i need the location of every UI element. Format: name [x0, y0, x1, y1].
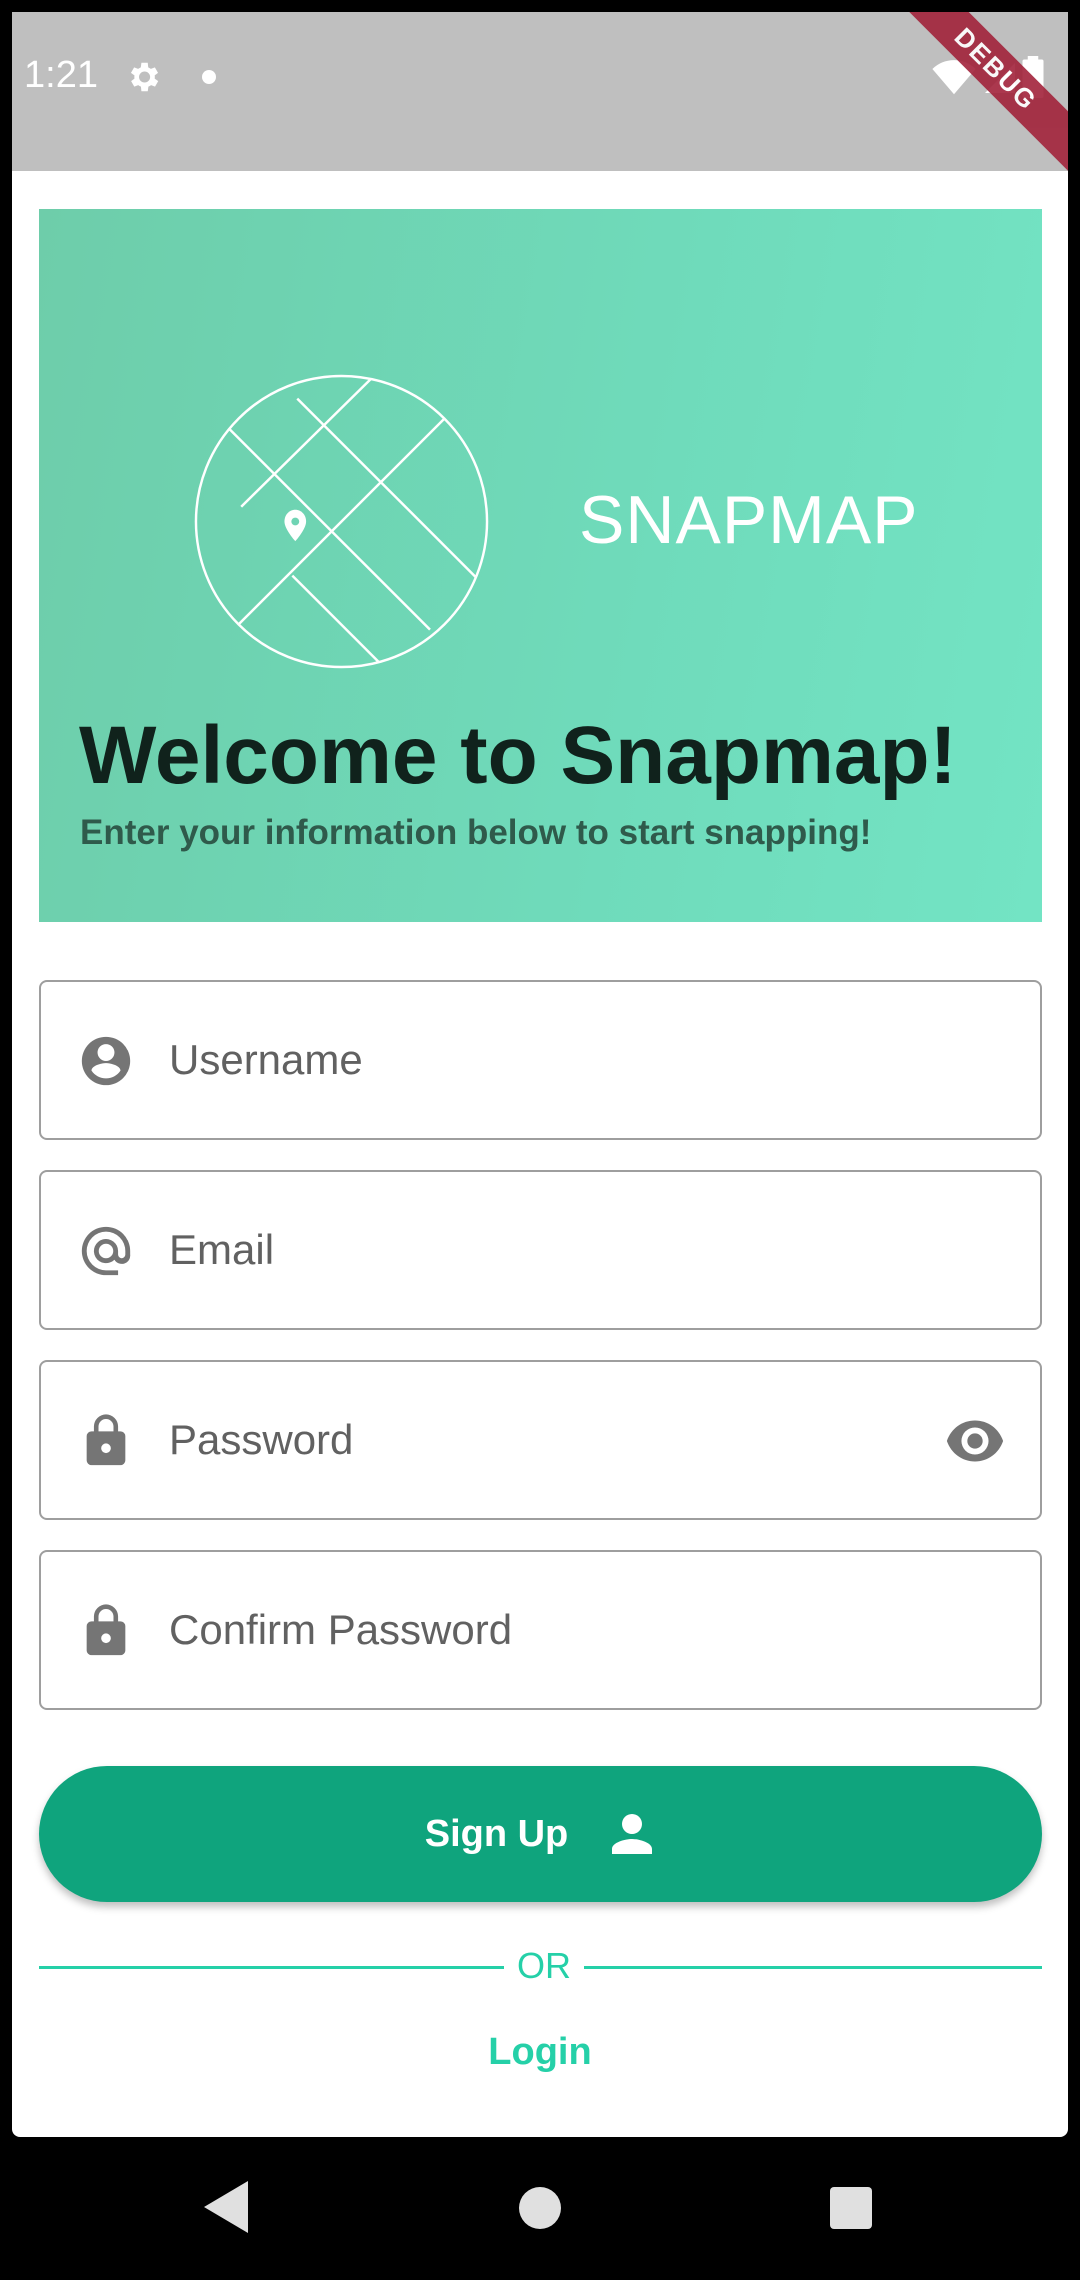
- or-label: OR: [517, 1945, 571, 1986]
- confirm-password-field[interactable]: [39, 1550, 1042, 1710]
- password-input[interactable]: [169, 1392, 869, 1488]
- home-icon[interactable]: [519, 2187, 561, 2229]
- status-bar: 1:21 DEBUG: [0, 0, 1080, 171]
- login-link[interactable]: Login: [12, 2031, 1068, 2074]
- debug-banner: DEBUG: [875, 12, 1068, 171]
- person-icon: [612, 1814, 653, 1854]
- page-title: Welcome to Snapmap!: [79, 710, 957, 801]
- divider-line-right: [584, 1966, 1042, 1969]
- username-field[interactable]: [39, 980, 1042, 1140]
- account-circle-icon: [81, 1036, 131, 1086]
- back-icon[interactable]: [204, 2181, 248, 2233]
- confirm-password-input[interactable]: [169, 1582, 869, 1678]
- status-time: 1:21: [24, 54, 98, 96]
- hero-banner: SNAPMAP Welcome to Snapmap! Enter your i…: [39, 209, 1042, 922]
- notification-dot-icon: [202, 70, 216, 84]
- app-logo-text: SNAPMAP: [579, 482, 919, 558]
- signup-button-label: Sign Up: [424, 1812, 569, 1855]
- recent-apps-icon[interactable]: [830, 2187, 872, 2229]
- signup-screen: SNAPMAP Welcome to Snapmap! Enter your i…: [12, 171, 1068, 2137]
- at-sign-icon: [81, 1226, 131, 1276]
- email-field[interactable]: [39, 1170, 1042, 1330]
- or-divider: OR: [39, 1943, 1042, 1993]
- password-field[interactable]: [39, 1360, 1042, 1520]
- lock-icon: [86, 1604, 126, 1656]
- username-input[interactable]: [169, 1012, 869, 1108]
- settings-gear-icon: [130, 62, 159, 92]
- divider-line-left: [39, 1966, 504, 1969]
- lock-icon: [86, 1414, 126, 1466]
- map-logo-icon: [194, 374, 489, 669]
- eye-icon[interactable]: [944, 1418, 1006, 1464]
- signup-button[interactable]: Sign Up: [39, 1766, 1042, 1902]
- email-input[interactable]: [169, 1202, 869, 1298]
- page-subtitle: Enter your information below to start sn…: [80, 813, 872, 852]
- system-nav-bar: [0, 2137, 1080, 2280]
